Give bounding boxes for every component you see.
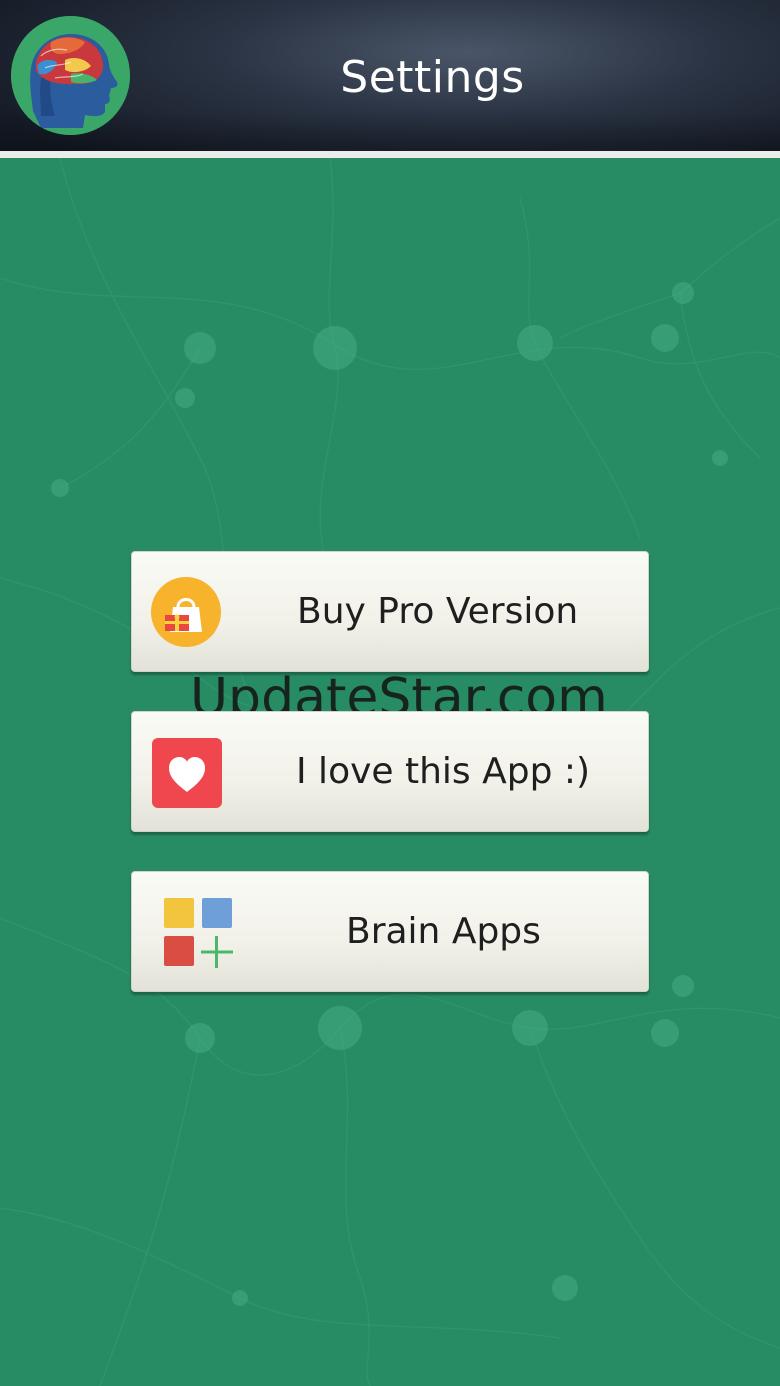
settings-screen: Settings UpdateStar.com Buy Pro Version … xyxy=(0,0,780,1386)
header-bar: Settings xyxy=(0,0,780,158)
brain-apps-label: Brain Apps xyxy=(346,911,541,952)
apps-grid-plus-icon xyxy=(164,898,233,968)
heart-icon xyxy=(152,738,222,808)
page-title: Settings xyxy=(340,52,525,103)
brain-apps-button[interactable]: Brain Apps xyxy=(131,871,649,992)
love-app-label: I love this App :) xyxy=(296,751,591,792)
brain-head-icon xyxy=(11,16,130,135)
header-shade xyxy=(0,111,780,151)
shopping-bag-icon xyxy=(151,577,221,647)
app-logo[interactable] xyxy=(11,16,130,135)
buy-pro-version-button[interactable]: Buy Pro Version xyxy=(131,551,649,672)
buy-pro-version-label: Buy Pro Version xyxy=(297,591,579,632)
love-app-button[interactable]: I love this App :) xyxy=(131,711,649,832)
